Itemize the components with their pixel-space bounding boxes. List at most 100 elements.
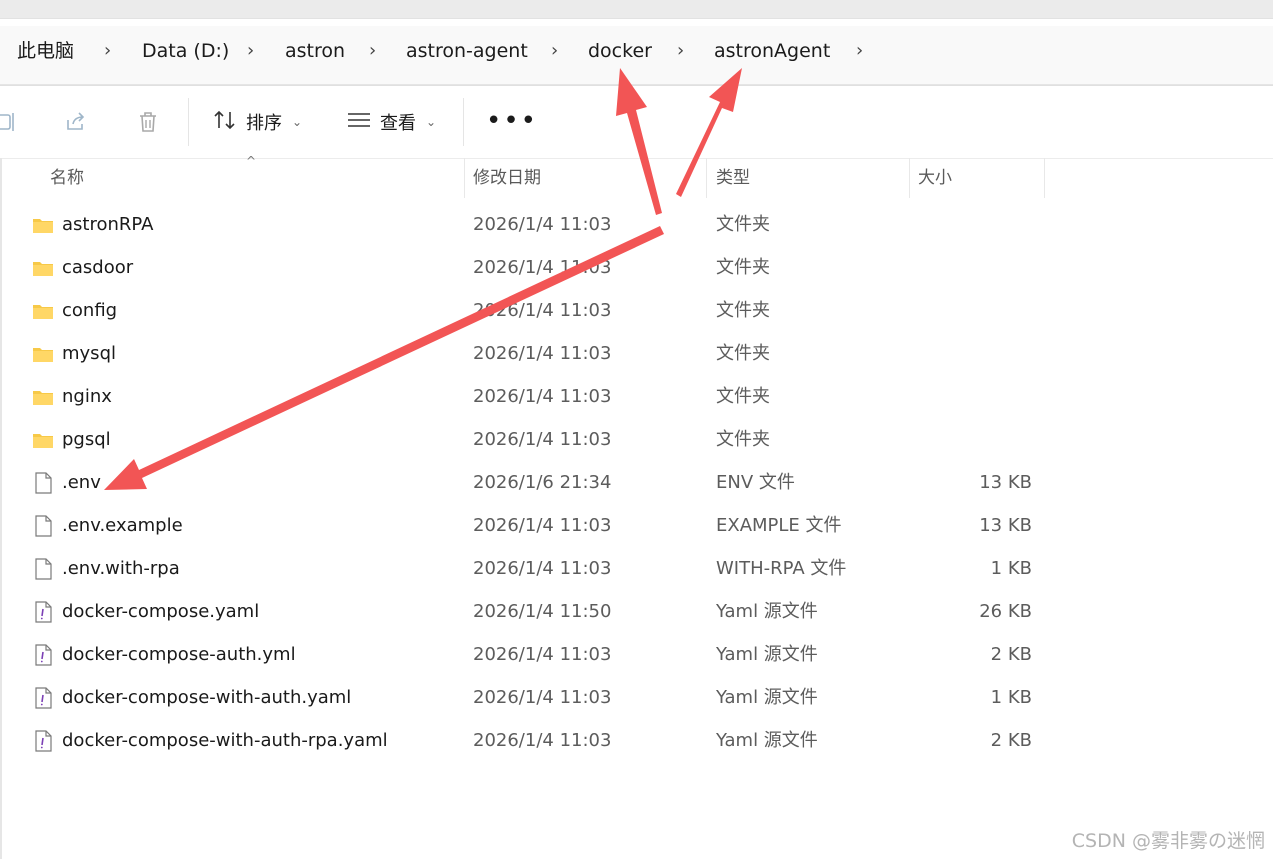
column-separator[interactable] — [909, 158, 910, 198]
file-type: WITH-RPA 文件 — [716, 558, 847, 579]
breadcrumb-chevron-icon[interactable]: › — [551, 26, 558, 76]
column-header-size[interactable]: 大小 — [918, 158, 952, 198]
file-type: 文件夹 — [716, 343, 770, 364]
file-name: docker-compose.yaml — [62, 601, 260, 622]
breadcrumb-item-astron-agent[interactable]: astron-agent — [406, 26, 528, 76]
file-row[interactable]: docker-compose-with-auth-rpa.yaml 2026/1/… — [0, 719, 1080, 762]
file-size: 13 KB — [979, 515, 1032, 536]
file-name: mysql — [62, 343, 116, 364]
file-date: 2026/1/4 11:03 — [473, 558, 612, 579]
rename-icon[interactable] — [0, 108, 20, 136]
breadcrumb-chevron-icon[interactable]: › — [369, 26, 376, 76]
file-name: .env.with-rpa — [62, 558, 180, 579]
file-icon — [32, 515, 54, 537]
folder-icon — [32, 386, 54, 408]
file-date: 2026/1/4 11:50 — [473, 601, 612, 622]
file-type: ENV 文件 — [716, 472, 795, 493]
sort-icon — [212, 108, 238, 137]
share-icon[interactable] — [62, 108, 90, 136]
column-header-type[interactable]: 类型 — [716, 158, 750, 198]
file-date: 2026/1/4 11:03 — [473, 300, 612, 321]
file-name: config — [62, 300, 118, 321]
file-size: 1 KB — [990, 558, 1032, 579]
file-date: 2026/1/4 11:03 — [473, 386, 612, 407]
delete-icon[interactable] — [134, 108, 162, 136]
file-type: 文件夹 — [716, 257, 770, 278]
yaml-file-icon — [32, 687, 54, 709]
file-date: 2026/1/6 21:34 — [473, 472, 612, 493]
watermark: CSDN @雾非雾の迷惘 — [1071, 830, 1265, 852]
breadcrumb: 此电脑 › Data (D:) › astron › astron-agent … — [0, 26, 1273, 85]
file-icon — [32, 472, 54, 494]
file-size: 1 KB — [990, 687, 1032, 708]
breadcrumb-item-docker[interactable]: docker — [588, 26, 652, 76]
file-date: 2026/1/4 11:03 — [473, 687, 612, 708]
column-separator[interactable] — [1044, 158, 1045, 198]
breadcrumb-item-astronagent[interactable]: astronAgent — [714, 26, 830, 76]
file-name: .env.example — [62, 515, 183, 536]
file-type: Yaml 源文件 — [716, 644, 818, 665]
toolbar-separator — [188, 98, 189, 146]
column-separator[interactable] — [464, 158, 465, 198]
folder-icon — [32, 214, 54, 236]
file-size: 13 KB — [979, 472, 1032, 493]
column-header-date[interactable]: 修改日期 — [473, 158, 541, 198]
file-name: pgsql — [62, 429, 111, 450]
window-top-strip — [0, 0, 1273, 19]
column-header-name[interactable]: 名称 — [50, 158, 84, 198]
file-name: casdoor — [62, 257, 134, 278]
view-button[interactable]: 查看 ⌄ — [346, 102, 436, 142]
sort-button[interactable]: 排序 ⌄ — [212, 102, 302, 142]
column-separator[interactable] — [706, 158, 707, 198]
file-row[interactable]: docker-compose-auth.yml 2026/1/4 11:03 Yam… — [0, 633, 1080, 676]
breadcrumb-chevron-icon[interactable]: › — [677, 26, 684, 76]
file-size: 2 KB — [990, 730, 1032, 751]
breadcrumb-item-astron[interactable]: astron — [285, 26, 345, 76]
breadcrumb-chevron-icon[interactable]: › — [856, 26, 863, 76]
file-row[interactable]: mysql 2026/1/4 11:03 文件夹 — [0, 332, 1080, 375]
yaml-file-icon — [32, 601, 54, 623]
file-date: 2026/1/4 11:03 — [473, 343, 612, 364]
more-options-button[interactable]: ••• — [486, 106, 538, 136]
file-row[interactable]: .env.example 2026/1/4 11:03 EXAMPLE 文件 13 K… — [0, 504, 1080, 547]
yaml-file-icon — [32, 730, 54, 752]
file-type: 文件夹 — [716, 429, 770, 450]
file-type: 文件夹 — [716, 386, 770, 407]
view-label: 查看 — [380, 113, 416, 134]
file-type: Yaml 源文件 — [716, 687, 818, 708]
column-header: ^ 名称 修改日期 类型 大小 — [0, 154, 1273, 198]
breadcrumb-item-data-drive[interactable]: Data (D:) — [142, 26, 229, 76]
file-row[interactable]: casdoor 2026/1/4 11:03 文件夹 — [0, 246, 1080, 289]
file-row[interactable]: nginx 2026/1/4 11:03 文件夹 — [0, 375, 1080, 418]
file-name: docker-compose-auth.yml — [62, 644, 296, 665]
folder-icon — [32, 300, 54, 322]
breadcrumb-chevron-icon[interactable]: › — [104, 26, 111, 76]
file-name: docker-compose-with-auth-rpa.yaml — [62, 730, 388, 751]
file-date: 2026/1/4 11:03 — [473, 257, 612, 278]
folder-icon — [32, 429, 54, 451]
breadcrumb-item-this-pc[interactable]: 此电脑 — [17, 26, 74, 76]
file-type: 文件夹 — [716, 214, 770, 235]
file-type: EXAMPLE 文件 — [716, 515, 842, 536]
file-size: 2 KB — [990, 644, 1032, 665]
file-name: docker-compose-with-auth.yaml — [62, 687, 352, 708]
file-name: .env — [62, 472, 101, 493]
folder-icon — [32, 343, 54, 365]
file-row[interactable]: astronRPA 2026/1/4 11:03 文件夹 — [0, 203, 1080, 246]
breadcrumb-chevron-icon[interactable]: › — [247, 26, 254, 76]
file-name: astronRPA — [62, 214, 154, 235]
file-row[interactable]: pgsql 2026/1/4 11:03 文件夹 — [0, 418, 1080, 461]
file-row[interactable]: .env 2026/1/6 21:34 ENV 文件 13 KB — [0, 461, 1080, 504]
file-row[interactable]: .env.with-rpa 2026/1/4 11:03 WITH-RPA 文件 1 … — [0, 547, 1080, 590]
file-type: 文件夹 — [716, 300, 770, 321]
command-bar: 排序 ⌄ 查看 ⌄ ••• — [0, 86, 1273, 159]
file-row[interactable]: config 2026/1/4 11:03 文件夹 — [0, 289, 1080, 332]
chevron-down-icon: ⌄ — [426, 115, 437, 129]
file-icon — [32, 558, 54, 580]
folder-icon — [32, 257, 54, 279]
file-date: 2026/1/4 11:03 — [473, 515, 612, 536]
file-row[interactable]: docker-compose.yaml 2026/1/4 11:50 Yaml 源文… — [0, 590, 1080, 633]
sort-indicator-icon: ^ — [246, 154, 257, 168]
file-row[interactable]: docker-compose-with-auth.yaml 2026/1/4 11… — [0, 676, 1080, 719]
sort-label: 排序 — [246, 113, 282, 134]
